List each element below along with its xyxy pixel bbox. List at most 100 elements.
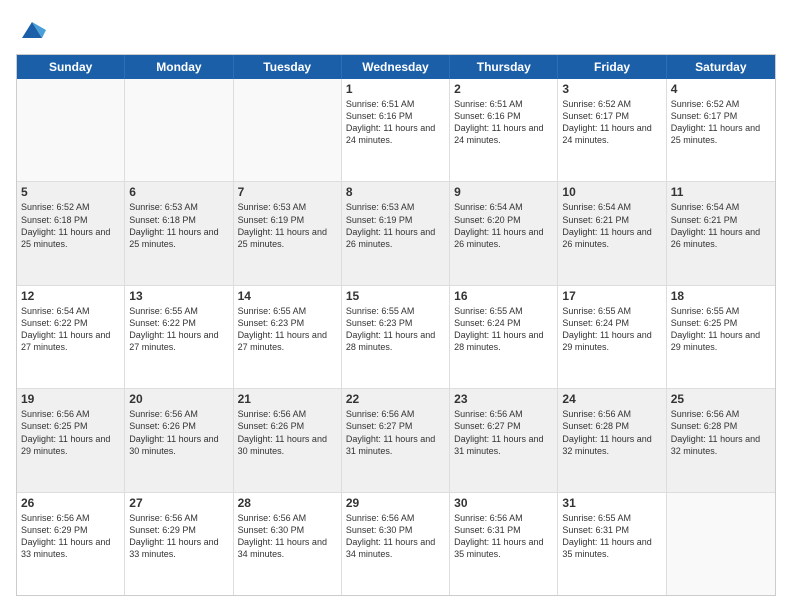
calendar-cell: 23 Sunrise: 6:56 AMSunset: 6:27 PMDayligh… [450, 389, 558, 491]
day-number: 10 [562, 185, 661, 199]
day-number: 19 [21, 392, 120, 406]
day-of-week-header: Sunday [17, 55, 125, 79]
day-info: Sunrise: 6:54 AMSunset: 6:21 PMDaylight:… [562, 201, 661, 250]
calendar-cell: 24Sunrise: 6:56 AMSunset: 6:28 PMDayligh… [558, 389, 666, 491]
calendar-cell: 18 Sunrise: 6:55 AMSunset: 6:25 PMDayligh… [667, 286, 775, 388]
calendar-cell [234, 79, 342, 181]
day-info: Sunrise: 6:56 AMSunset: 6:27 PMDaylight:… [454, 408, 553, 457]
calendar-cell: 9 Sunrise: 6:54 AMSunset: 6:20 PMDaylight… [450, 182, 558, 284]
day-number: 4 [671, 82, 771, 96]
day-info: Sunrise: 6:56 AMSunset: 6:29 PMDaylight:… [21, 512, 120, 561]
calendar-cell: 3 Sunrise: 6:52 AMSunset: 6:17 PMDaylight… [558, 79, 666, 181]
day-info: Sunrise: 6:56 AMSunset: 6:26 PMDaylight:… [238, 408, 337, 457]
day-info: Sunrise: 6:55 AMSunset: 6:23 PMDaylight:… [238, 305, 337, 354]
day-number: 14 [238, 289, 337, 303]
day-info: Sunrise: 6:56 AMSunset: 6:29 PMDaylight:… [129, 512, 228, 561]
calendar-cell: 8Sunrise: 6:53 AMSunset: 6:19 PMDaylight… [342, 182, 450, 284]
day-number: 23 [454, 392, 553, 406]
day-info: Sunrise: 6:55 AMSunset: 6:25 PMDaylight:… [671, 305, 771, 354]
calendar-cell: 1 Sunrise: 6:51 AMSunset: 6:16 PMDaylight… [342, 79, 450, 181]
day-number: 9 [454, 185, 553, 199]
day-info: Sunrise: 6:55 AMSunset: 6:23 PMDaylight:… [346, 305, 445, 354]
day-info: Sunrise: 6:56 AMSunset: 6:25 PMDaylight:… [21, 408, 120, 457]
day-number: 11 [671, 185, 771, 199]
calendar-cell: 31 Sunrise: 6:55 AMSunset: 6:31 PMDayligh… [558, 493, 666, 595]
calendar-cell: 4 Sunrise: 6:52 AMSunset: 6:17 PMDaylight… [667, 79, 775, 181]
day-info: Sunrise: 6:55 AMSunset: 6:24 PMDaylight:… [454, 305, 553, 354]
day-info: Sunrise: 6:55 AMSunset: 6:31 PMDaylight:… [562, 512, 661, 561]
day-info: Sunrise: 6:55 AMSunset: 6:24 PMDaylight:… [562, 305, 661, 354]
calendar-cell: 6 Sunrise: 6:53 AMSunset: 6:18 PMDaylight… [125, 182, 233, 284]
day-of-week-header: Wednesday [342, 55, 450, 79]
day-number: 15 [346, 289, 445, 303]
day-of-week-header: Monday [125, 55, 233, 79]
day-number: 18 [671, 289, 771, 303]
day-info: Sunrise: 6:53 AMSunset: 6:19 PMDaylight:… [346, 201, 445, 250]
day-of-week-header: Saturday [667, 55, 775, 79]
day-number: 5 [21, 185, 120, 199]
calendar-week-row: 19 Sunrise: 6:56 AMSunset: 6:25 PMDayligh… [17, 389, 775, 492]
day-info: Sunrise: 6:55 AMSunset: 6:22 PMDaylight:… [129, 305, 228, 354]
day-info: Sunrise: 6:56 AMSunset: 6:28 PMDaylight:… [562, 408, 661, 457]
calendar-cell: 7 Sunrise: 6:53 AMSunset: 6:19 PMDaylight… [234, 182, 342, 284]
day-number: 1 [346, 82, 445, 96]
calendar-week-row: 12 Sunrise: 6:54 AMSunset: 6:22 PMDayligh… [17, 286, 775, 389]
calendar-cell: 11 Sunrise: 6:54 AMSunset: 6:21 PMDayligh… [667, 182, 775, 284]
day-number: 26 [21, 496, 120, 510]
day-info: Sunrise: 6:51 AMSunset: 6:16 PMDaylight:… [346, 98, 445, 147]
calendar-cell: 22 Sunrise: 6:56 AMSunset: 6:27 PMDayligh… [342, 389, 450, 491]
day-info: Sunrise: 6:54 AMSunset: 6:21 PMDaylight:… [671, 201, 771, 250]
day-number: 31 [562, 496, 661, 510]
day-of-week-header: Thursday [450, 55, 558, 79]
calendar-cell: 17 Sunrise: 6:55 AMSunset: 6:24 PMDayligh… [558, 286, 666, 388]
calendar-cell: 10 Sunrise: 6:54 AMSunset: 6:21 PMDayligh… [558, 182, 666, 284]
day-number: 2 [454, 82, 553, 96]
calendar-week-row: 1 Sunrise: 6:51 AMSunset: 6:16 PMDaylight… [17, 79, 775, 182]
calendar-cell: 25Sunrise: 6:56 AMSunset: 6:28 PMDayligh… [667, 389, 775, 491]
calendar-week-row: 5 Sunrise: 6:52 AMSunset: 6:18 PMDaylight… [17, 182, 775, 285]
calendar-cell [125, 79, 233, 181]
day-info: Sunrise: 6:56 AMSunset: 6:30 PMDaylight:… [238, 512, 337, 561]
day-number: 17 [562, 289, 661, 303]
calendar-cell: 21Sunrise: 6:56 AMSunset: 6:26 PMDayligh… [234, 389, 342, 491]
calendar-cell [17, 79, 125, 181]
calendar-cell: 12 Sunrise: 6:54 AMSunset: 6:22 PMDayligh… [17, 286, 125, 388]
day-number: 6 [129, 185, 228, 199]
day-info: Sunrise: 6:54 AMSunset: 6:20 PMDaylight:… [454, 201, 553, 250]
logo-icon [18, 16, 46, 44]
day-number: 7 [238, 185, 337, 199]
day-info: Sunrise: 6:52 AMSunset: 6:17 PMDaylight:… [562, 98, 661, 147]
calendar-cell: 20Sunrise: 6:56 AMSunset: 6:26 PMDayligh… [125, 389, 233, 491]
day-number: 28 [238, 496, 337, 510]
day-info: Sunrise: 6:53 AMSunset: 6:18 PMDaylight:… [129, 201, 228, 250]
day-info: Sunrise: 6:52 AMSunset: 6:17 PMDaylight:… [671, 98, 771, 147]
calendar-cell: 19 Sunrise: 6:56 AMSunset: 6:25 PMDayligh… [17, 389, 125, 491]
day-info: Sunrise: 6:56 AMSunset: 6:28 PMDaylight:… [671, 408, 771, 457]
day-number: 27 [129, 496, 228, 510]
calendar-cell [667, 493, 775, 595]
calendar-body: 1 Sunrise: 6:51 AMSunset: 6:16 PMDaylight… [17, 79, 775, 595]
day-of-week-header: Tuesday [234, 55, 342, 79]
day-info: Sunrise: 6:52 AMSunset: 6:18 PMDaylight:… [21, 201, 120, 250]
header [16, 16, 776, 44]
calendar-cell: 2Sunrise: 6:51 AMSunset: 6:16 PMDaylight… [450, 79, 558, 181]
day-info: Sunrise: 6:54 AMSunset: 6:22 PMDaylight:… [21, 305, 120, 354]
day-number: 3 [562, 82, 661, 96]
day-info: Sunrise: 6:56 AMSunset: 6:31 PMDaylight:… [454, 512, 553, 561]
calendar-cell: 27 Sunrise: 6:56 AMSunset: 6:29 PMDayligh… [125, 493, 233, 595]
day-number: 22 [346, 392, 445, 406]
day-info: Sunrise: 6:56 AMSunset: 6:27 PMDaylight:… [346, 408, 445, 457]
calendar-cell: 5 Sunrise: 6:52 AMSunset: 6:18 PMDaylight… [17, 182, 125, 284]
day-info: Sunrise: 6:56 AMSunset: 6:30 PMDaylight:… [346, 512, 445, 561]
day-number: 12 [21, 289, 120, 303]
calendar-cell: 30 Sunrise: 6:56 AMSunset: 6:31 PMDayligh… [450, 493, 558, 595]
day-number: 13 [129, 289, 228, 303]
day-number: 30 [454, 496, 553, 510]
calendar-cell: 26 Sunrise: 6:56 AMSunset: 6:29 PMDayligh… [17, 493, 125, 595]
calendar-cell: 29 Sunrise: 6:56 AMSunset: 6:30 PMDayligh… [342, 493, 450, 595]
calendar-cell: 14 Sunrise: 6:55 AMSunset: 6:23 PMDayligh… [234, 286, 342, 388]
day-number: 29 [346, 496, 445, 510]
page: SundayMondayTuesdayWednesdayThursdayFrid… [0, 0, 792, 612]
day-info: Sunrise: 6:53 AMSunset: 6:19 PMDaylight:… [238, 201, 337, 250]
day-of-week-header: Friday [558, 55, 666, 79]
